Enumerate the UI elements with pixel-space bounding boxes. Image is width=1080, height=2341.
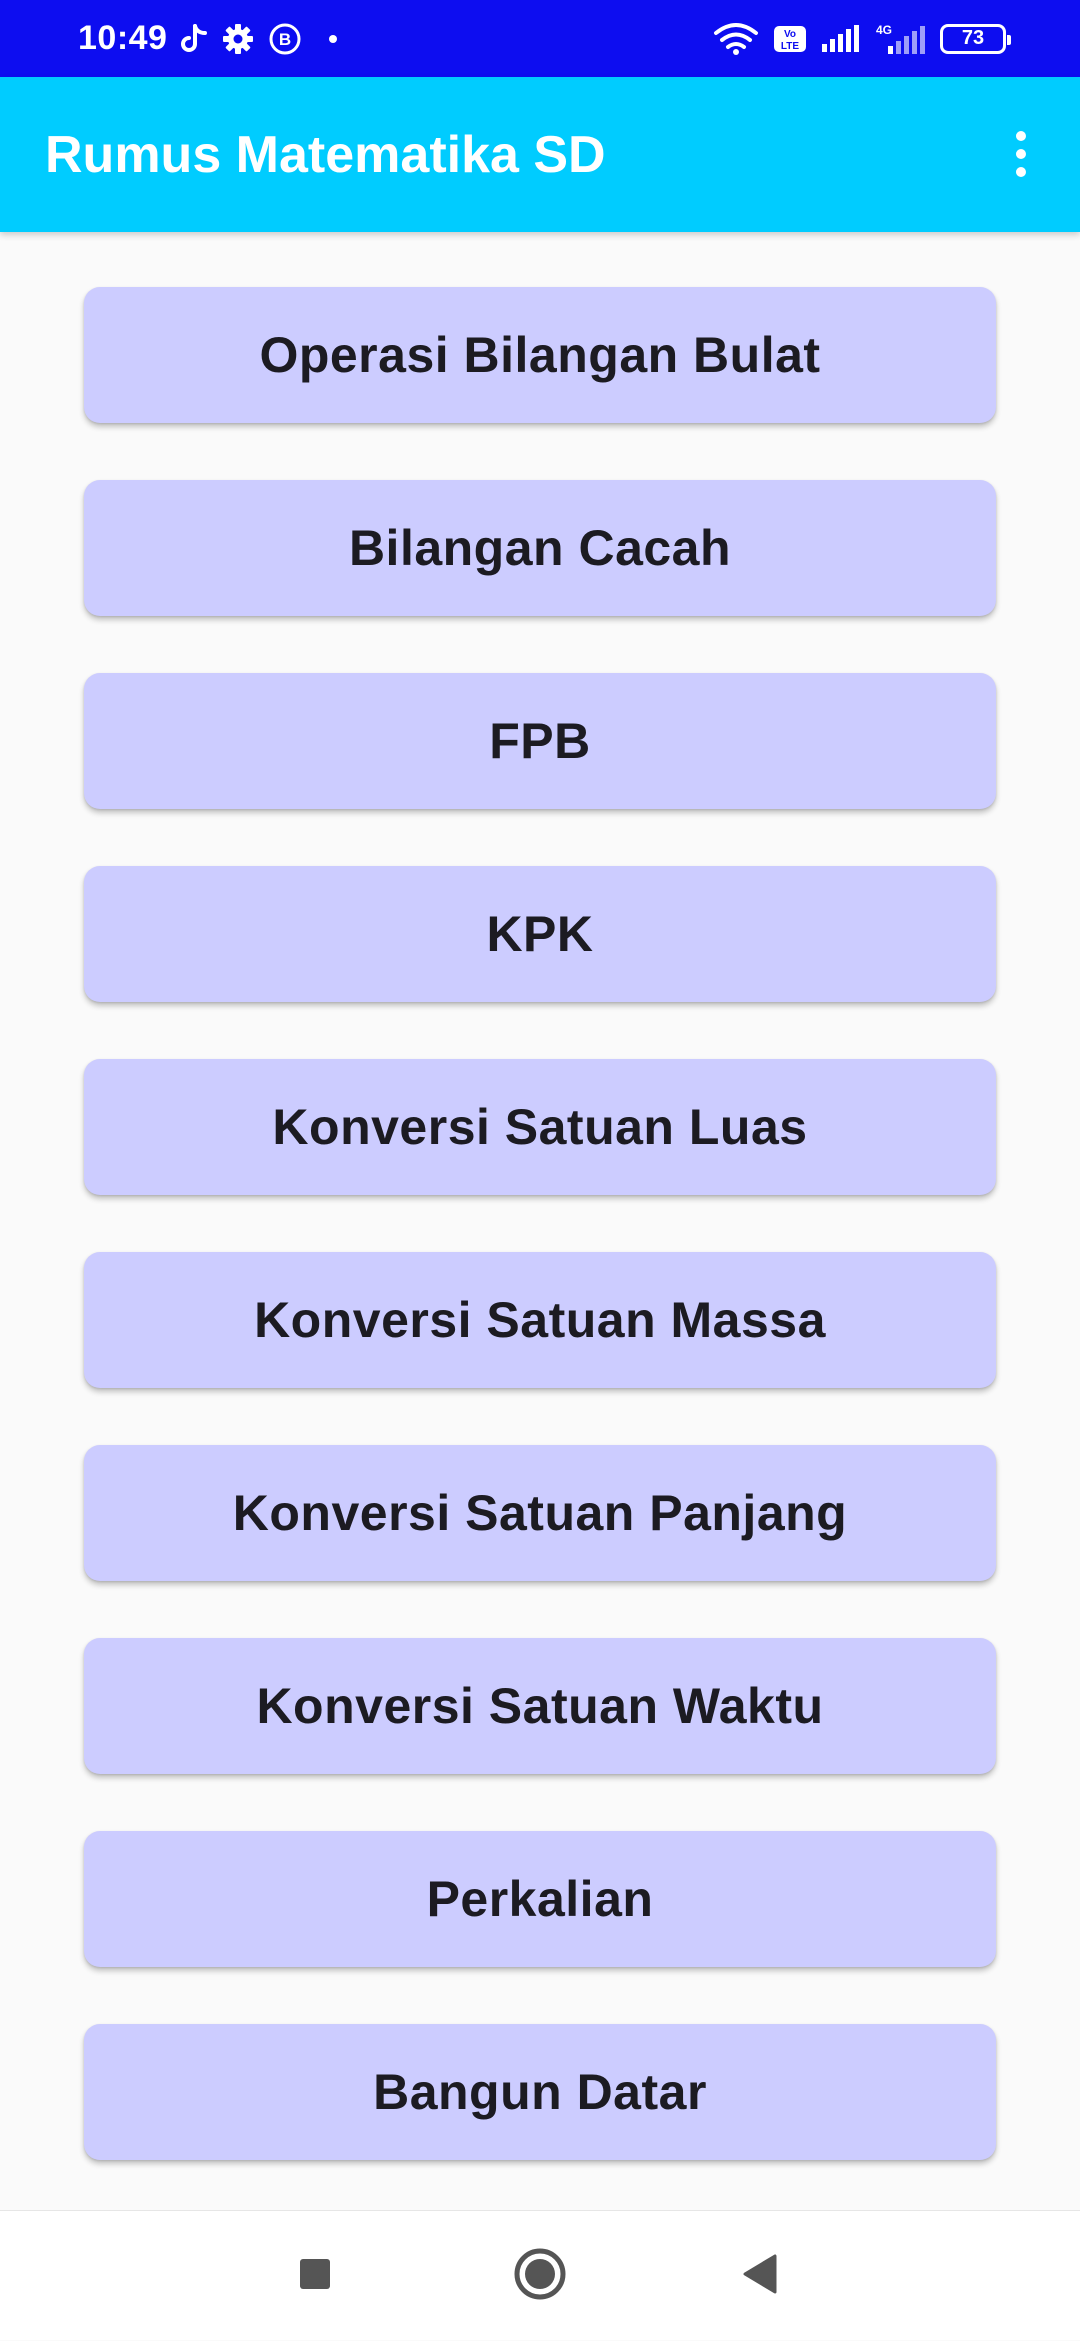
status-time: 10:49 [78, 19, 168, 57]
menu-button-bilangan-cacah[interactable]: Bilangan Cacah [84, 480, 996, 616]
svg-text:B: B [279, 30, 291, 49]
menu-dot [1016, 167, 1026, 177]
home-button[interactable] [480, 2211, 600, 2341]
menu-button-konversi-satuan-panjang[interactable]: Konversi Satuan Panjang [84, 1445, 996, 1581]
system-nav-bar [0, 2210, 1080, 2340]
menu-button-konversi-satuan-waktu[interactable]: Konversi Satuan Waktu [84, 1638, 996, 1774]
menu-button-operasi-bilangan-bulat[interactable]: Operasi Bilangan Bulat [84, 287, 996, 423]
svg-text:Vo: Vo [784, 29, 796, 40]
status-icons-left: B [180, 0, 338, 77]
back-triangle-icon [741, 2254, 779, 2299]
svg-text:4G: 4G [876, 23, 892, 37]
app-bar: Rumus Matematika SD [0, 77, 1080, 232]
battery-level: 73 [961, 27, 985, 49]
volte-icon: Vo LTE [772, 24, 808, 54]
menu-dot [1016, 131, 1026, 141]
menu-button-kpk[interactable]: KPK [84, 866, 996, 1002]
menu-dot [1016, 149, 1026, 159]
back-button[interactable] [700, 2211, 820, 2341]
menu-button-konversi-satuan-luas[interactable]: Konversi Satuan Luas [84, 1059, 996, 1195]
settings-icon [222, 23, 254, 55]
dot-icon [328, 34, 338, 44]
status-icons-right: Vo LTE 4G 73 [712, 0, 1011, 77]
app-title: Rumus Matematika SD [45, 125, 606, 184]
recents-button[interactable] [255, 2211, 375, 2341]
wifi-icon [712, 21, 760, 57]
b-badge-icon: B [268, 22, 302, 56]
recents-square-icon [298, 2257, 332, 2296]
menu-button-konversi-satuan-massa[interactable]: Konversi Satuan Massa [84, 1252, 996, 1388]
menu-button-bangun-datar[interactable]: Bangun Datar [84, 2024, 996, 2160]
overflow-menu-icon[interactable] [988, 121, 1054, 187]
status-bar: 10:49 B Vo LTE 4G 73 [0, 0, 1080, 77]
4g-signal-icon: 4G [872, 22, 928, 56]
menu-button-perkalian[interactable]: Perkalian [84, 1831, 996, 1967]
menu-button-fpb[interactable]: FPB [84, 673, 996, 809]
signal-icon [820, 24, 860, 54]
svg-text:LTE: LTE [781, 41, 799, 52]
tiktok-icon [180, 23, 208, 54]
menu-list: Operasi Bilangan Bulat Bilangan Cacah FP… [0, 232, 1080, 2210]
home-circle-icon [513, 2247, 567, 2306]
battery-icon: 73 [940, 23, 1011, 54]
